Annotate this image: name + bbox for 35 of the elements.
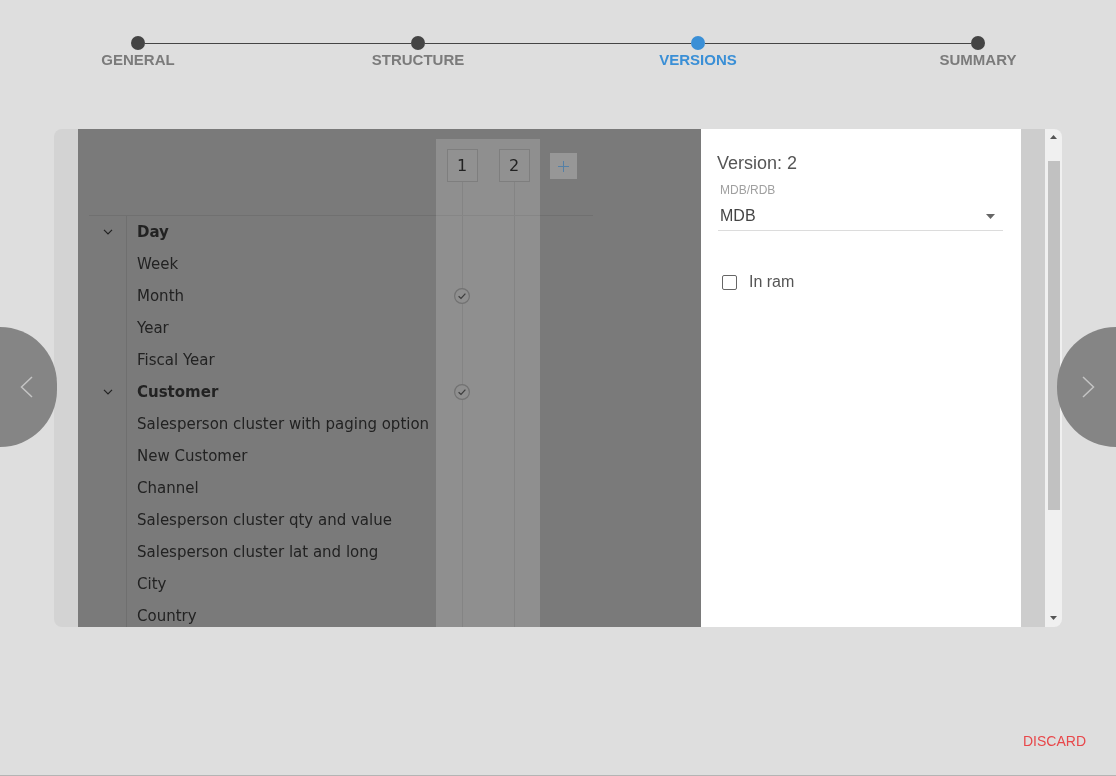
caret-down-icon: [986, 213, 995, 219]
scrollbar-thumb[interactable]: [1047, 161, 1060, 510]
step-label[interactable]: STRUCTURE: [371, 50, 465, 70]
step-label[interactable]: SUMMARY: [939, 50, 1017, 70]
storage-select[interactable]: MDB/RDB MDB: [718, 182, 1003, 231]
tree-item-label: Salesperson cluster lat and long: [137, 543, 379, 561]
tree-item-label: Salesperson cluster qty and value: [137, 511, 392, 529]
tree-item-label: Country: [137, 607, 197, 625]
tree-item-label: City: [137, 575, 167, 593]
version-title: Version: 2: [717, 152, 798, 175]
tree-item-label: Year: [137, 319, 169, 337]
version-button[interactable]: 2: [498, 149, 530, 182]
step-label[interactable]: GENERAL: [101, 50, 175, 70]
scroll-up-icon[interactable]: [1050, 135, 1057, 139]
check-circle-icon[interactable]: [454, 288, 470, 304]
tree-item-label: Week: [137, 255, 179, 273]
chevron-down-icon[interactable]: [102, 229, 113, 235]
discard-button[interactable]: DISCARD: [1023, 732, 1086, 750]
tree-item-label: Salesperson cluster with paging option: [137, 415, 430, 433]
version-button[interactable]: 1: [446, 149, 478, 182]
tree-item-label: Channel: [137, 479, 199, 497]
tree-item-label: Customer: [137, 383, 219, 401]
chevron-down-icon[interactable]: [102, 389, 113, 395]
tree-item-label: Fiscal Year: [137, 351, 215, 369]
check-circle-icon[interactable]: [454, 384, 470, 400]
tree-item-label: Day: [137, 223, 169, 241]
plus-icon: [558, 160, 569, 172]
scroll-down-icon[interactable]: [1050, 616, 1057, 620]
checkbox[interactable]: [722, 274, 737, 290]
chevron-left-icon: [20, 376, 33, 398]
chevron-right-icon: [1082, 376, 1095, 398]
tree-item-label: New Customer: [137, 447, 248, 465]
tree-item-label: Month: [137, 287, 184, 305]
checkbox-label: In ram: [749, 272, 795, 292]
step-label[interactable]: VERSIONS: [659, 50, 737, 70]
